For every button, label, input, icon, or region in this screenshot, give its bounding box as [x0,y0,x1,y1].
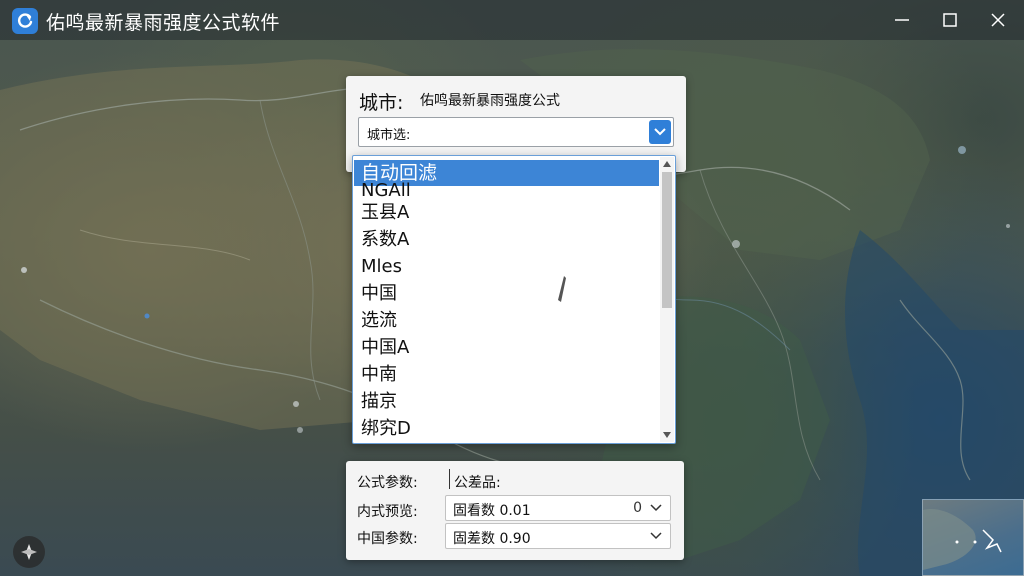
city-dropdown-list[interactable]: 自动回滤 NGAll 玉县A 系数A Mles 中国 选流 中国A 中南 描京 … [352,155,676,444]
close-button[interactable] [985,8,1011,32]
dropdown-item[interactable]: 选流 [354,308,659,334]
pen-cursor-icon [558,276,566,302]
minimize-button[interactable] [889,8,915,32]
location-compass-icon [21,544,37,560]
param-select-china[interactable]: 固差数 0.90 [445,523,671,549]
dropdown-item[interactable]: 绑究D [354,416,659,442]
param-select-preview[interactable]: 固看数 0.01 0 [445,495,671,521]
title-bar: 佑鸣最新暴雨强度公式软件 [0,0,1024,40]
minimap-thumbnail[interactable] [922,499,1024,576]
chevron-down-icon [650,504,662,512]
param-row-label: 内式预览: [357,504,418,520]
scroll-up-icon[interactable] [661,158,673,170]
minimize-icon [895,19,909,21]
chevron-down-icon [654,128,666,136]
params-header-value: 公差品: [454,475,501,491]
formula-name-text: 佑鸣最新暴雨强度公式 [420,93,560,109]
param-select-suffix: 0 [633,500,642,516]
close-icon [991,13,1005,27]
minimap-icon [923,509,1002,570]
param-select-value: 固差数 0.90 [453,531,531,547]
maximize-icon [943,13,957,27]
formula-params-panel: 公式参数: 公差品: 内式预览: 固看数 0.01 0 中国参数: 固差数 0.… [346,461,684,560]
param-row-label: 中国参数: [357,531,418,547]
city-select[interactable]: 城市选: [358,117,674,147]
window-title: 佑鸣最新暴雨强度公式软件 [46,12,281,34]
maximize-button[interactable] [937,8,963,32]
dropdown-item[interactable]: 中国A [354,335,659,361]
app-refresh-icon [12,8,38,34]
city-label: 城市: [359,92,404,114]
city-select-value: 城市选: [367,128,411,143]
param-select-value: 固看数 0.01 [453,503,531,519]
dropdown-item[interactable]: 系数A [354,227,659,253]
dropdown-item[interactable]: 玉县A [354,200,659,226]
chevron-down-icon [650,532,662,540]
city-select-dropdown-button[interactable] [649,120,671,144]
dropdown-item[interactable]: 中国 [354,281,659,307]
dropdown-item[interactable]: 中南 [354,362,659,388]
location-compass-button[interactable] [13,536,45,568]
dropdown-item[interactable]: Mles [354,254,659,280]
scrollbar-thumb[interactable] [662,172,672,308]
params-divider [449,469,450,489]
params-header-label: 公式参数: [357,475,418,491]
scroll-down-icon[interactable] [661,429,673,441]
dropdown-item[interactable]: 描京 [354,389,659,415]
